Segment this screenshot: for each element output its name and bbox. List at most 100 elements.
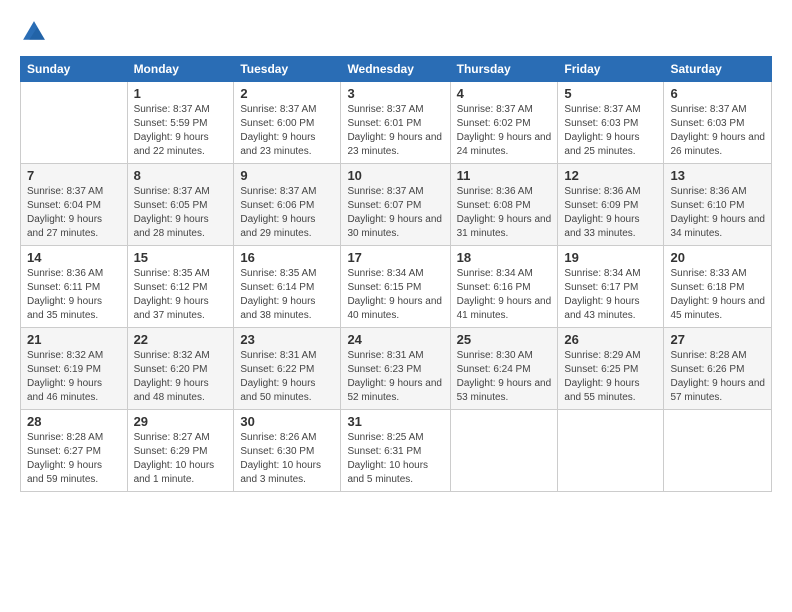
- calendar-cell: 18 Sunrise: 8:34 AM Sunset: 6:16 PM Dayl…: [450, 246, 558, 328]
- calendar-cell: 10 Sunrise: 8:37 AM Sunset: 6:07 PM Dayl…: [341, 164, 450, 246]
- calendar-cell: [450, 410, 558, 492]
- calendar-cell: 30 Sunrise: 8:26 AM Sunset: 6:30 PM Dayl…: [234, 410, 341, 492]
- day-info: Sunrise: 8:37 AM Sunset: 6:07 PM Dayligh…: [347, 185, 443, 241]
- day-number: 3: [347, 86, 443, 101]
- sunset: Sunset: 6:30 PM: [240, 446, 314, 457]
- calendar-cell: 27 Sunrise: 8:28 AM Sunset: 6:26 PM Dayl…: [664, 328, 772, 410]
- daylight: Daylight: 9 hours and 26 minutes.: [670, 132, 765, 157]
- sunset: Sunset: 6:27 PM: [27, 446, 101, 457]
- daylight: Daylight: 9 hours and 35 minutes.: [27, 296, 102, 321]
- daylight: Daylight: 9 hours and 33 minutes.: [564, 214, 639, 239]
- day-number: 5: [564, 86, 657, 101]
- daylight: Daylight: 9 hours and 22 minutes.: [134, 132, 209, 157]
- sunset: Sunset: 6:06 PM: [240, 200, 314, 211]
- weekday-header: Monday: [127, 57, 234, 82]
- day-info: Sunrise: 8:31 AM Sunset: 6:22 PM Dayligh…: [240, 349, 334, 405]
- day-info: Sunrise: 8:35 AM Sunset: 6:14 PM Dayligh…: [240, 267, 334, 323]
- sunrise: Sunrise: 8:37 AM: [134, 104, 210, 115]
- calendar-cell: 9 Sunrise: 8:37 AM Sunset: 6:06 PM Dayli…: [234, 164, 341, 246]
- sunset: Sunset: 6:00 PM: [240, 118, 314, 129]
- sunrise: Sunrise: 8:28 AM: [27, 432, 103, 443]
- day-info: Sunrise: 8:36 AM Sunset: 6:09 PM Dayligh…: [564, 185, 657, 241]
- calendar-cell: 13 Sunrise: 8:36 AM Sunset: 6:10 PM Dayl…: [664, 164, 772, 246]
- sunrise: Sunrise: 8:35 AM: [134, 268, 210, 279]
- day-info: Sunrise: 8:31 AM Sunset: 6:23 PM Dayligh…: [347, 349, 443, 405]
- day-number: 4: [457, 86, 552, 101]
- sunrise: Sunrise: 8:37 AM: [240, 186, 316, 197]
- sunrise: Sunrise: 8:30 AM: [457, 350, 533, 361]
- calendar-week-row: 1 Sunrise: 8:37 AM Sunset: 5:59 PM Dayli…: [21, 82, 772, 164]
- daylight: Daylight: 9 hours and 34 minutes.: [670, 214, 765, 239]
- calendar-cell: 29 Sunrise: 8:27 AM Sunset: 6:29 PM Dayl…: [127, 410, 234, 492]
- sunrise: Sunrise: 8:37 AM: [347, 104, 423, 115]
- daylight: Daylight: 9 hours and 37 minutes.: [134, 296, 209, 321]
- sunset: Sunset: 6:05 PM: [134, 200, 208, 211]
- daylight: Daylight: 9 hours and 53 minutes.: [457, 378, 552, 403]
- day-number: 27: [670, 332, 765, 347]
- day-number: 19: [564, 250, 657, 265]
- day-number: 30: [240, 414, 334, 429]
- day-number: 23: [240, 332, 334, 347]
- calendar: SundayMondayTuesdayWednesdayThursdayFrid…: [20, 56, 772, 492]
- page: SundayMondayTuesdayWednesdayThursdayFrid…: [0, 0, 792, 612]
- calendar-cell: 7 Sunrise: 8:37 AM Sunset: 6:04 PM Dayli…: [21, 164, 128, 246]
- sunset: Sunset: 6:24 PM: [457, 364, 531, 375]
- header: [20, 18, 772, 46]
- daylight: Daylight: 9 hours and 30 minutes.: [347, 214, 442, 239]
- day-info: Sunrise: 8:37 AM Sunset: 6:02 PM Dayligh…: [457, 103, 552, 159]
- calendar-cell: 22 Sunrise: 8:32 AM Sunset: 6:20 PM Dayl…: [127, 328, 234, 410]
- day-number: 26: [564, 332, 657, 347]
- calendar-cell: 26 Sunrise: 8:29 AM Sunset: 6:25 PM Dayl…: [558, 328, 664, 410]
- sunrise: Sunrise: 8:33 AM: [670, 268, 746, 279]
- sunset: Sunset: 6:02 PM: [457, 118, 531, 129]
- sunset: Sunset: 6:23 PM: [347, 364, 421, 375]
- calendar-cell: 12 Sunrise: 8:36 AM Sunset: 6:09 PM Dayl…: [558, 164, 664, 246]
- day-info: Sunrise: 8:35 AM Sunset: 6:12 PM Dayligh…: [134, 267, 228, 323]
- day-info: Sunrise: 8:33 AM Sunset: 6:18 PM Dayligh…: [670, 267, 765, 323]
- calendar-cell: 28 Sunrise: 8:28 AM Sunset: 6:27 PM Dayl…: [21, 410, 128, 492]
- calendar-cell: 24 Sunrise: 8:31 AM Sunset: 6:23 PM Dayl…: [341, 328, 450, 410]
- calendar-cell: 11 Sunrise: 8:36 AM Sunset: 6:08 PM Dayl…: [450, 164, 558, 246]
- sunrise: Sunrise: 8:25 AM: [347, 432, 423, 443]
- sunrise: Sunrise: 8:27 AM: [134, 432, 210, 443]
- calendar-cell: 16 Sunrise: 8:35 AM Sunset: 6:14 PM Dayl…: [234, 246, 341, 328]
- sunset: Sunset: 6:26 PM: [670, 364, 744, 375]
- sunrise: Sunrise: 8:36 AM: [27, 268, 103, 279]
- weekday-header: Wednesday: [341, 57, 450, 82]
- calendar-cell: 1 Sunrise: 8:37 AM Sunset: 5:59 PM Dayli…: [127, 82, 234, 164]
- sunrise: Sunrise: 8:37 AM: [564, 104, 640, 115]
- day-number: 1: [134, 86, 228, 101]
- weekday-header: Sunday: [21, 57, 128, 82]
- sunrise: Sunrise: 8:34 AM: [564, 268, 640, 279]
- day-number: 6: [670, 86, 765, 101]
- day-number: 17: [347, 250, 443, 265]
- calendar-cell: 31 Sunrise: 8:25 AM Sunset: 6:31 PM Dayl…: [341, 410, 450, 492]
- calendar-cell: 15 Sunrise: 8:35 AM Sunset: 6:12 PM Dayl…: [127, 246, 234, 328]
- day-info: Sunrise: 8:25 AM Sunset: 6:31 PM Dayligh…: [347, 431, 443, 487]
- sunrise: Sunrise: 8:36 AM: [457, 186, 533, 197]
- weekday-header: Thursday: [450, 57, 558, 82]
- day-info: Sunrise: 8:36 AM Sunset: 6:11 PM Dayligh…: [27, 267, 121, 323]
- day-info: Sunrise: 8:30 AM Sunset: 6:24 PM Dayligh…: [457, 349, 552, 405]
- day-number: 28: [27, 414, 121, 429]
- daylight: Daylight: 9 hours and 41 minutes.: [457, 296, 552, 321]
- day-number: 8: [134, 168, 228, 183]
- day-info: Sunrise: 8:27 AM Sunset: 6:29 PM Dayligh…: [134, 431, 228, 487]
- sunrise: Sunrise: 8:36 AM: [670, 186, 746, 197]
- day-number: 31: [347, 414, 443, 429]
- weekday-header: Friday: [558, 57, 664, 82]
- sunrise: Sunrise: 8:37 AM: [27, 186, 103, 197]
- daylight: Daylight: 9 hours and 59 minutes.: [27, 460, 102, 485]
- day-info: Sunrise: 8:37 AM Sunset: 6:06 PM Dayligh…: [240, 185, 334, 241]
- calendar-cell: 14 Sunrise: 8:36 AM Sunset: 6:11 PM Dayl…: [21, 246, 128, 328]
- daylight: Daylight: 10 hours and 3 minutes.: [240, 460, 321, 485]
- sunset: Sunset: 5:59 PM: [134, 118, 208, 129]
- sunrise: Sunrise: 8:31 AM: [240, 350, 316, 361]
- day-number: 11: [457, 168, 552, 183]
- sunset: Sunset: 6:03 PM: [564, 118, 638, 129]
- sunrise: Sunrise: 8:37 AM: [347, 186, 423, 197]
- day-number: 9: [240, 168, 334, 183]
- calendar-header: SundayMondayTuesdayWednesdayThursdayFrid…: [21, 57, 772, 82]
- daylight: Daylight: 9 hours and 31 minutes.: [457, 214, 552, 239]
- calendar-week-row: 14 Sunrise: 8:36 AM Sunset: 6:11 PM Dayl…: [21, 246, 772, 328]
